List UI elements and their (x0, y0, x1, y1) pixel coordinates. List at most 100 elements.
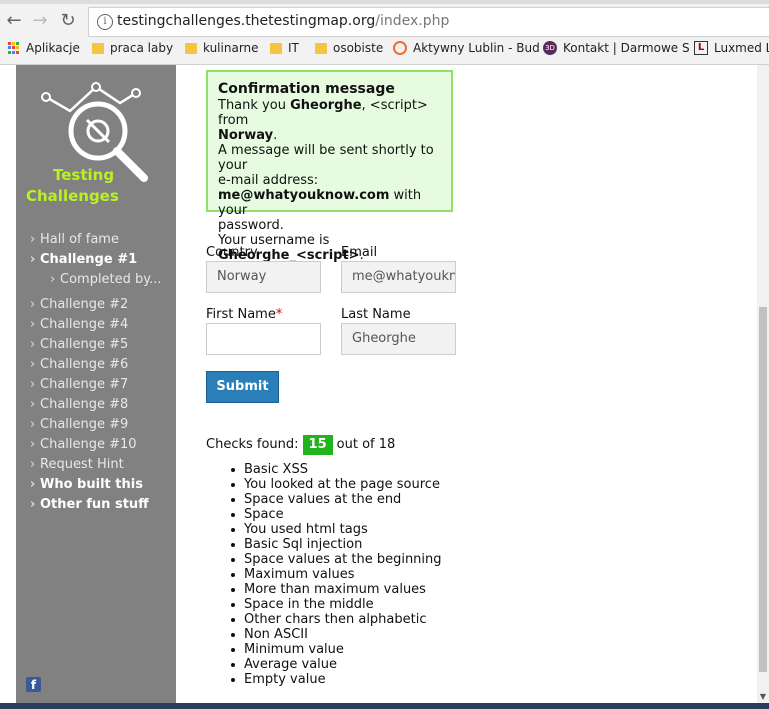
sidebar-item-challenge-2[interactable]: › Challenge #2 (30, 295, 162, 315)
sidebar-item-challenge-5[interactable]: › Challenge #5 (30, 335, 162, 355)
chevron-right-icon: › (30, 417, 36, 432)
chevron-right-icon: › (50, 272, 56, 287)
list-item: More than maximum values (228, 582, 442, 597)
back-arrow-icon[interactable]: ← (4, 11, 24, 31)
sidebar-item-other-fun-stuff[interactable]: › Other fun stuff (30, 495, 162, 515)
bookmark-luxmed[interactable]: L Luxmed Lu (694, 41, 769, 55)
email-value: me@whatyouknow.com (218, 188, 390, 203)
sidebar-item-challenge-8[interactable]: › Challenge #8 (30, 395, 162, 415)
bookmark-osobiste[interactable]: osobiste (315, 41, 383, 55)
info-icon[interactable]: i (97, 14, 113, 30)
chevron-right-icon: › (30, 437, 36, 452)
folder-icon (270, 42, 282, 54)
confirmation-line-2: Norway. (218, 128, 441, 143)
sidebar-item-label: Challenge #10 (40, 437, 137, 452)
sidebar-item-label: Completed by... (60, 272, 162, 287)
sidebar-item-challenge-7[interactable]: › Challenge #7 (30, 375, 162, 395)
sidebar-menu: › Hall of fame › Challenge #1 › Completed b… (30, 230, 162, 515)
list-item: Empty value (228, 672, 442, 687)
checks-suffix: out of 18 (336, 437, 396, 452)
sidebar-item-challenge-10[interactable]: › Challenge #10 (30, 435, 162, 455)
reload-icon[interactable]: ↻ (58, 11, 78, 31)
logo-text-testing: Testing (53, 166, 115, 184)
scrollbar-thumb[interactable] (759, 307, 767, 672)
bookmark-label: praca laby (110, 41, 174, 55)
page-content: Testing Challenges › Hall of fame › Challe… (0, 65, 769, 703)
logo-text-challenges: Challenges (26, 187, 119, 205)
os-taskbar (0, 703, 769, 709)
forward-arrow-icon[interactable]: → (30, 11, 50, 31)
chevron-right-icon: › (30, 357, 36, 372)
confirmation-line-1: Thank you Gheorghe, <script> from (218, 98, 441, 128)
checks-found-badge: 15 (302, 435, 333, 455)
list-item: Non ASCII (228, 627, 442, 642)
bookmark-kontakt[interactable]: 3D Kontakt | Darmowe S (543, 41, 690, 55)
confirmation-line-6: password. (218, 218, 284, 233)
country-field[interactable]: Norway (206, 261, 321, 293)
bookmark-aktywny-lublin[interactable]: Aktywny Lublin - Bud (393, 41, 540, 55)
bookmark-label: IT (288, 41, 299, 55)
chevron-right-icon: › (30, 497, 36, 512)
sidebar-item-who-built-this[interactable]: › Who built this (30, 475, 162, 495)
submit-button[interactable]: Submit (206, 371, 279, 403)
sidebar-item-label: Challenge #7 (40, 377, 129, 392)
required-marker: * (275, 307, 283, 322)
chevron-right-icon: › (30, 377, 36, 392)
checks-prefix: Checks found: (206, 437, 299, 452)
address-bar[interactable]: i testingchallenges.thetestingmap.org/in… (88, 7, 769, 37)
list-item: Average value (228, 657, 442, 672)
sidebar-item-label: Challenge #6 (40, 357, 129, 372)
list-item: You looked at the page source (228, 477, 442, 492)
chevron-right-icon: › (30, 232, 36, 247)
bookmark-praca-laby[interactable]: praca laby (92, 41, 173, 55)
list-item: Space values at the beginning (228, 552, 442, 567)
list-item: Basic XSS (228, 462, 442, 477)
sidebar-item-challenge-6[interactable]: › Challenge #6 (30, 355, 162, 375)
chevron-right-icon: › (30, 337, 36, 352)
facebook-icon[interactable]: f (26, 677, 41, 692)
sidebar-item-completed-by[interactable]: › Completed by... (30, 270, 162, 290)
checks-summary: Checks found: 15 out of 18 (206, 435, 395, 455)
folder-icon (185, 42, 197, 54)
last-name-label: Last Name (341, 307, 411, 322)
chevron-right-icon: › (30, 317, 36, 332)
scroll-down-arrow-icon[interactable]: ▼ (759, 692, 767, 701)
bookmark-kulinarne[interactable]: kulinarne (185, 41, 259, 55)
bookmark-label: kulinarne (203, 41, 259, 55)
bookmark-apps[interactable]: Aplikacje (8, 41, 80, 55)
label-text: First Name (206, 307, 276, 322)
first-name-field[interactable] (206, 323, 321, 355)
sidebar-item-label: Challenge #5 (40, 337, 129, 352)
first-name-label: First Name* (206, 307, 282, 322)
confirmation-title: Confirmation message (218, 81, 395, 97)
sidebar-item-label: Challenge #8 (40, 397, 129, 412)
sidebar-item-challenge-4[interactable]: › Challenge #4 (30, 315, 162, 335)
bookmark-label: Luxmed Lu (714, 41, 769, 55)
chevron-right-icon: › (30, 297, 36, 312)
page-scrollbar[interactable]: ▼ (757, 65, 769, 703)
bookmarks-bar: Aplikacje praca laby kulinarne IT osobis… (0, 38, 769, 62)
sidebar-item-label: Challenge #4 (40, 317, 129, 332)
sidebar-item-challenge-9[interactable]: › Challenge #9 (30, 415, 162, 435)
chevron-right-icon: › (30, 252, 36, 267)
country-value: Norway (218, 128, 274, 143)
luxmed-icon: L (694, 41, 708, 55)
sidebar-item-challenge-1[interactable]: › Challenge #1 (30, 250, 162, 270)
email-field[interactable]: me@whatyoukn (341, 261, 456, 293)
url-text[interactable]: testingchallenges.thetestingmap.org/inde… (117, 13, 449, 29)
sidebar: Testing Challenges › Hall of fame › Challe… (16, 65, 176, 703)
sidebar-item-label: Challenge #1 (40, 252, 138, 267)
bookmark-label: Kontakt | Darmowe S (563, 41, 690, 55)
country-label: Country (206, 245, 258, 260)
text-fragment: Thank you (218, 98, 291, 113)
sidebar-item-request-hint[interactable]: › Request Hint (30, 455, 162, 475)
list-item: Space values at the end (228, 492, 442, 507)
bookmark-it[interactable]: IT (270, 41, 299, 55)
folder-icon (315, 42, 327, 54)
last-name-field[interactable]: Gheorghe (341, 323, 456, 355)
url-host: testingchallenges.thetestingmap.org (117, 13, 376, 29)
chevron-right-icon: › (30, 397, 36, 412)
list-item: You used html tags (228, 522, 442, 537)
sidebar-item-hall-of-fame[interactable]: › Hall of fame (30, 230, 162, 250)
sidebar-item-label: Challenge #9 (40, 417, 129, 432)
